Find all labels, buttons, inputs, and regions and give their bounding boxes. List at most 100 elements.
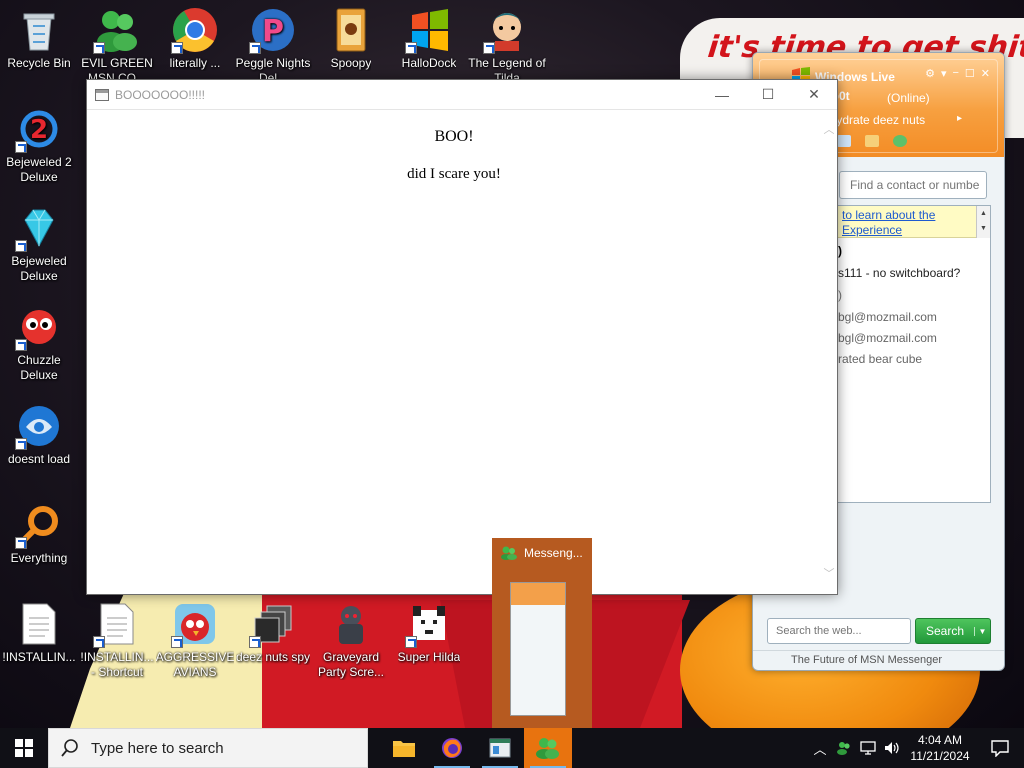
messenger-window-controls: ⚙ ▾ − ☐ ✕ — [925, 67, 990, 80]
messenger-status[interactable]: (Online) — [887, 91, 930, 105]
taskbar-app-window[interactable] — [476, 728, 524, 768]
desktop-icon-spoopy[interactable]: Spoopy — [312, 6, 390, 71]
messenger-menu-icon[interactable]: ▾ — [941, 67, 947, 80]
clock-date: 11/21/2024 — [910, 749, 970, 763]
messenger-minimize-button[interactable]: − — [952, 67, 958, 80]
messenger-settings-icon[interactable]: ⚙ — [925, 67, 935, 80]
recycle-bin-icon — [15, 6, 63, 54]
banner-scrollbar[interactable]: ▲ ▼ — [976, 206, 990, 238]
taskbar-app-file-explorer[interactable] — [380, 728, 428, 768]
msn-buddy-icon — [501, 546, 517, 560]
desktop-icon-hallodock[interactable]: HalloDock — [390, 6, 468, 71]
close-button[interactable]: ✕ — [791, 80, 837, 109]
banner-link[interactable]: Experience — [842, 223, 902, 237]
contact-search-box[interactable] — [839, 171, 987, 199]
desktop-icon-super-hilda[interactable]: Super Hilda — [390, 600, 468, 665]
popup-titlebar[interactable]: BOOOOOOO!!!!! — ☐ ✕ — [87, 80, 837, 110]
shortcut-arrow-icon — [249, 636, 261, 648]
bejeweled-2-icon: 2 — [15, 105, 63, 153]
contact-item[interactable]: bgl@mozmail.com — [838, 310, 937, 324]
desktop-icon-label: Recycle Bin — [7, 56, 71, 70]
desktop-icon-label: Spoopy — [330, 56, 372, 70]
desktop-icon-aggressive-avians[interactable]: AGGRESSIVE AVIANS — [156, 600, 234, 680]
desktop-icon-label: Graveyard Party Scre... — [317, 650, 385, 679]
chevron-up-icon[interactable]: ︿ — [808, 728, 832, 768]
contact-list[interactable]: to learn about the Experience ▲ ▼ ) s111 … — [837, 205, 991, 503]
start-button[interactable] — [0, 728, 48, 768]
taskbar-clock[interactable]: 4:04 AM 11/21/2024 — [904, 732, 976, 764]
desktop-icon-recycle-bin[interactable]: Recycle Bin — [0, 6, 78, 71]
taskbar-app-messenger[interactable] — [524, 728, 572, 768]
spaces-icon[interactable] — [893, 135, 907, 147]
popup-content: BOO! did I scare you! — [87, 110, 821, 594]
contact-group-header[interactable]: ) — [838, 244, 842, 258]
shortcut-arrow-icon — [15, 240, 27, 252]
popup-title: BOOOOOOO!!!!! — [115, 87, 206, 102]
clock-time: 4:04 AM — [917, 733, 963, 747]
msn-buddy-icon — [536, 738, 559, 759]
minimize-button[interactable]: — — [699, 80, 745, 109]
info-banner: to learn about the Experience ▲ ▼ — [838, 206, 990, 238]
network-icon[interactable] — [856, 728, 880, 768]
taskbar-app-firefox[interactable] — [428, 728, 476, 768]
chevron-down-icon[interactable]: ▼ — [974, 626, 990, 636]
desktop-icon-doesnt-load[interactable]: doesnt load — [0, 402, 78, 467]
contact-group-header[interactable]: ) — [838, 288, 842, 302]
contact-item[interactable]: rated bear cube — [838, 352, 922, 366]
action-center-button[interactable] — [976, 728, 1024, 768]
contact-item[interactable]: s111 - no switchboard? — [838, 266, 960, 280]
taskbar-search-box[interactable]: Type here to search — [48, 728, 368, 768]
shortcut-arrow-icon — [171, 636, 183, 648]
maximize-button[interactable]: ☐ — [745, 80, 791, 109]
desktop-icon-label: Chuzzle Deluxe — [17, 353, 61, 382]
msn-tray-icon[interactable] — [832, 728, 856, 768]
msn-buddy-icon — [93, 6, 141, 54]
desktop-icon-label: Super Hilda — [397, 650, 461, 664]
popup-heading: BOO! — [434, 128, 474, 145]
tilda-character-icon — [483, 6, 531, 54]
shortcut-arrow-icon — [93, 42, 105, 54]
contact-search-input[interactable] — [840, 172, 986, 198]
thunderbird-icon — [15, 402, 63, 450]
folder-icon[interactable] — [865, 135, 879, 147]
web-search-input[interactable] — [768, 619, 910, 643]
desktop-icon-installin-shortcut[interactable]: !INSTALLIN... - Shortcut — [78, 600, 156, 680]
desktop-icon-graveyard-party[interactable]: Graveyard Party Scre... — [312, 600, 390, 680]
boo-popup-window[interactable]: BOOOOOOO!!!!! — ☐ ✕ BOO! did I scare you… — [86, 79, 838, 595]
web-search-button[interactable]: Search ▼ — [915, 618, 991, 644]
psm-dropdown-icon[interactable]: ▸ — [957, 113, 962, 124]
chuzzle-icon — [15, 303, 63, 351]
desktop-icon-peggle-nights[interactable]: P Peggle Nights Del... — [234, 6, 312, 86]
taskbar-thumbnail-preview[interactable]: Messeng... — [492, 538, 592, 728]
svg-text:2: 2 — [30, 115, 48, 145]
scroll-down-icon[interactable]: ﹀ — [821, 566, 837, 582]
volume-icon[interactable] — [880, 728, 904, 768]
desktop-icon-chuzzle[interactable]: Chuzzle Deluxe — [0, 303, 78, 383]
scroll-up-icon[interactable]: ︿ — [821, 122, 837, 138]
spoopy-folder-icon — [327, 6, 375, 54]
desktop-icon-legend-of-tilda[interactable]: The Legend of Tilda — [468, 6, 546, 86]
shortcut-arrow-icon — [405, 636, 417, 648]
desktop-icon-label: !INSTALLIN... - Shortcut — [80, 650, 154, 679]
mail-icon[interactable] — [837, 135, 851, 147]
desktop-icon-label: !INSTALLIN... — [2, 650, 76, 664]
web-search-box[interactable] — [767, 618, 911, 644]
messenger-maximize-button[interactable]: ☐ — [965, 67, 975, 80]
banner-link[interactable]: to learn about the — [842, 208, 935, 222]
thumbnail-header: Messeng... — [492, 538, 592, 568]
desktop-icon-deez-nuts-spy[interactable]: deez nuts spy — [234, 600, 312, 665]
messenger-personal-message[interactable]: ehydrate deez nuts — [823, 113, 925, 127]
thumbnail-window-preview[interactable] — [510, 582, 566, 716]
desktop-icon-installin[interactable]: !INSTALLIN... — [0, 600, 78, 665]
desktop-icon-literally[interactable]: literally ... — [156, 6, 234, 71]
desktop-icon-label: deez nuts spy — [235, 650, 311, 664]
popup-scrollbar[interactable]: ︿ ﹀ — [821, 110, 837, 594]
search-icon — [61, 739, 78, 757]
desktop-icon-label: HalloDock — [401, 56, 457, 70]
contact-item[interactable]: bgl@mozmail.com — [838, 331, 937, 345]
desktop-icon-bejeweled-2[interactable]: 2 Bejeweled 2 Deluxe — [0, 105, 78, 185]
desktop-icon-everything[interactable]: Everything — [0, 501, 78, 566]
messenger-close-button[interactable]: ✕ — [981, 67, 990, 80]
desktop-icon-evil-green-msn[interactable]: EVIL GREEN MSN CO... — [78, 6, 156, 86]
desktop-icon-bejeweled[interactable]: Bejeweled Deluxe — [0, 204, 78, 284]
